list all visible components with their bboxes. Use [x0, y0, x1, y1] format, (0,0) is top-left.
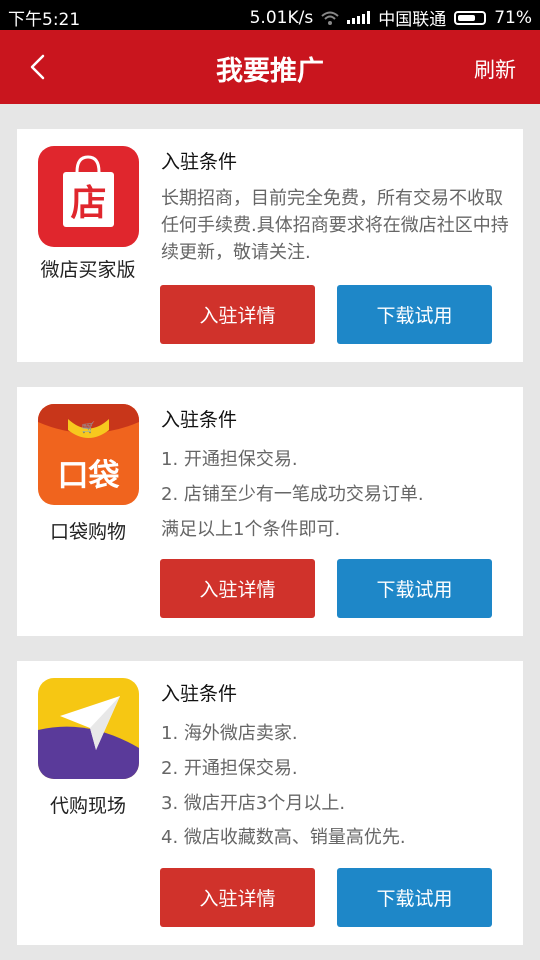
- app-name: 代购现场: [49, 795, 126, 817]
- wifi-icon: [321, 11, 339, 25]
- status-time: 下午5:21: [8, 10, 81, 30]
- detail-button[interactable]: 入驻详情: [160, 868, 315, 927]
- condition-line: 3. 微店开店3个月以上.: [161, 793, 346, 814]
- status-right: 5.01K/s 中国联通 71%: [249, 5, 532, 31]
- svg-text:🛒: 🛒: [82, 421, 96, 434]
- battery-percent: 71%: [494, 7, 532, 28]
- weidian-app-icon: 店: [38, 146, 139, 247]
- refresh-button[interactable]: 刷新: [474, 54, 516, 84]
- condition-line: 2. 开通担保交易.: [161, 758, 298, 779]
- condition-line: 4. 微店收藏数高、销量高优先.: [161, 827, 406, 848]
- condition-line: 2. 店铺至少有一笔成功交易订单.: [161, 484, 424, 505]
- condition-line: 1. 海外微店卖家.: [161, 723, 298, 744]
- app-name: 口袋购物: [49, 521, 126, 543]
- condition-line: 1. 开通担保交易.: [161, 449, 298, 470]
- page-title: 我要推广: [216, 56, 324, 87]
- svg-text:店: 店: [70, 183, 106, 224]
- app-card-koudai: 🛒 口袋 口袋购物 入驻条件 1. 开通担保交易. 2. 店铺至少有一笔成功交易…: [17, 387, 523, 636]
- app-header: 我要推广 刷新: [0, 30, 540, 104]
- koudai-app-icon: 🛒 口袋: [38, 404, 139, 505]
- net-speed: 5.01K/s: [249, 7, 314, 28]
- app-name: 微店买家版: [40, 259, 136, 281]
- download-button[interactable]: 下载试用: [337, 868, 492, 927]
- condition-title: 入驻条件: [161, 683, 238, 705]
- app-card-daigou: 代购现场 入驻条件 1. 海外微店卖家. 2. 开通担保交易. 3. 微店开店3…: [17, 661, 523, 945]
- app-card-weidian: 店 微店买家版 入驻条件 长期招商，目前完全免费，所有交易不收取任何手续费.具体…: [17, 129, 523, 362]
- detail-button[interactable]: 入驻详情: [160, 285, 315, 344]
- condition-title: 入驻条件: [161, 409, 238, 431]
- condition-line: 满足以上1个条件即可.: [161, 519, 341, 540]
- daigou-app-icon: [38, 678, 139, 779]
- condition-description: 长期招商，目前完全免费，所有交易不收取任何手续费.具体招商要求将在微店社区中持续…: [161, 188, 509, 263]
- carrier: 中国联通: [378, 10, 447, 30]
- detail-button[interactable]: 入驻详情: [160, 559, 315, 618]
- download-button[interactable]: 下载试用: [337, 559, 492, 618]
- condition-title: 入驻条件: [161, 151, 238, 173]
- signal-icon: [347, 11, 371, 24]
- download-button[interactable]: 下载试用: [337, 285, 492, 344]
- svg-text:口袋: 口袋: [58, 458, 120, 494]
- battery-icon: [454, 10, 487, 25]
- status-bar: 下午5:21 5.01K/s 中国联通 71%: [0, 0, 540, 30]
